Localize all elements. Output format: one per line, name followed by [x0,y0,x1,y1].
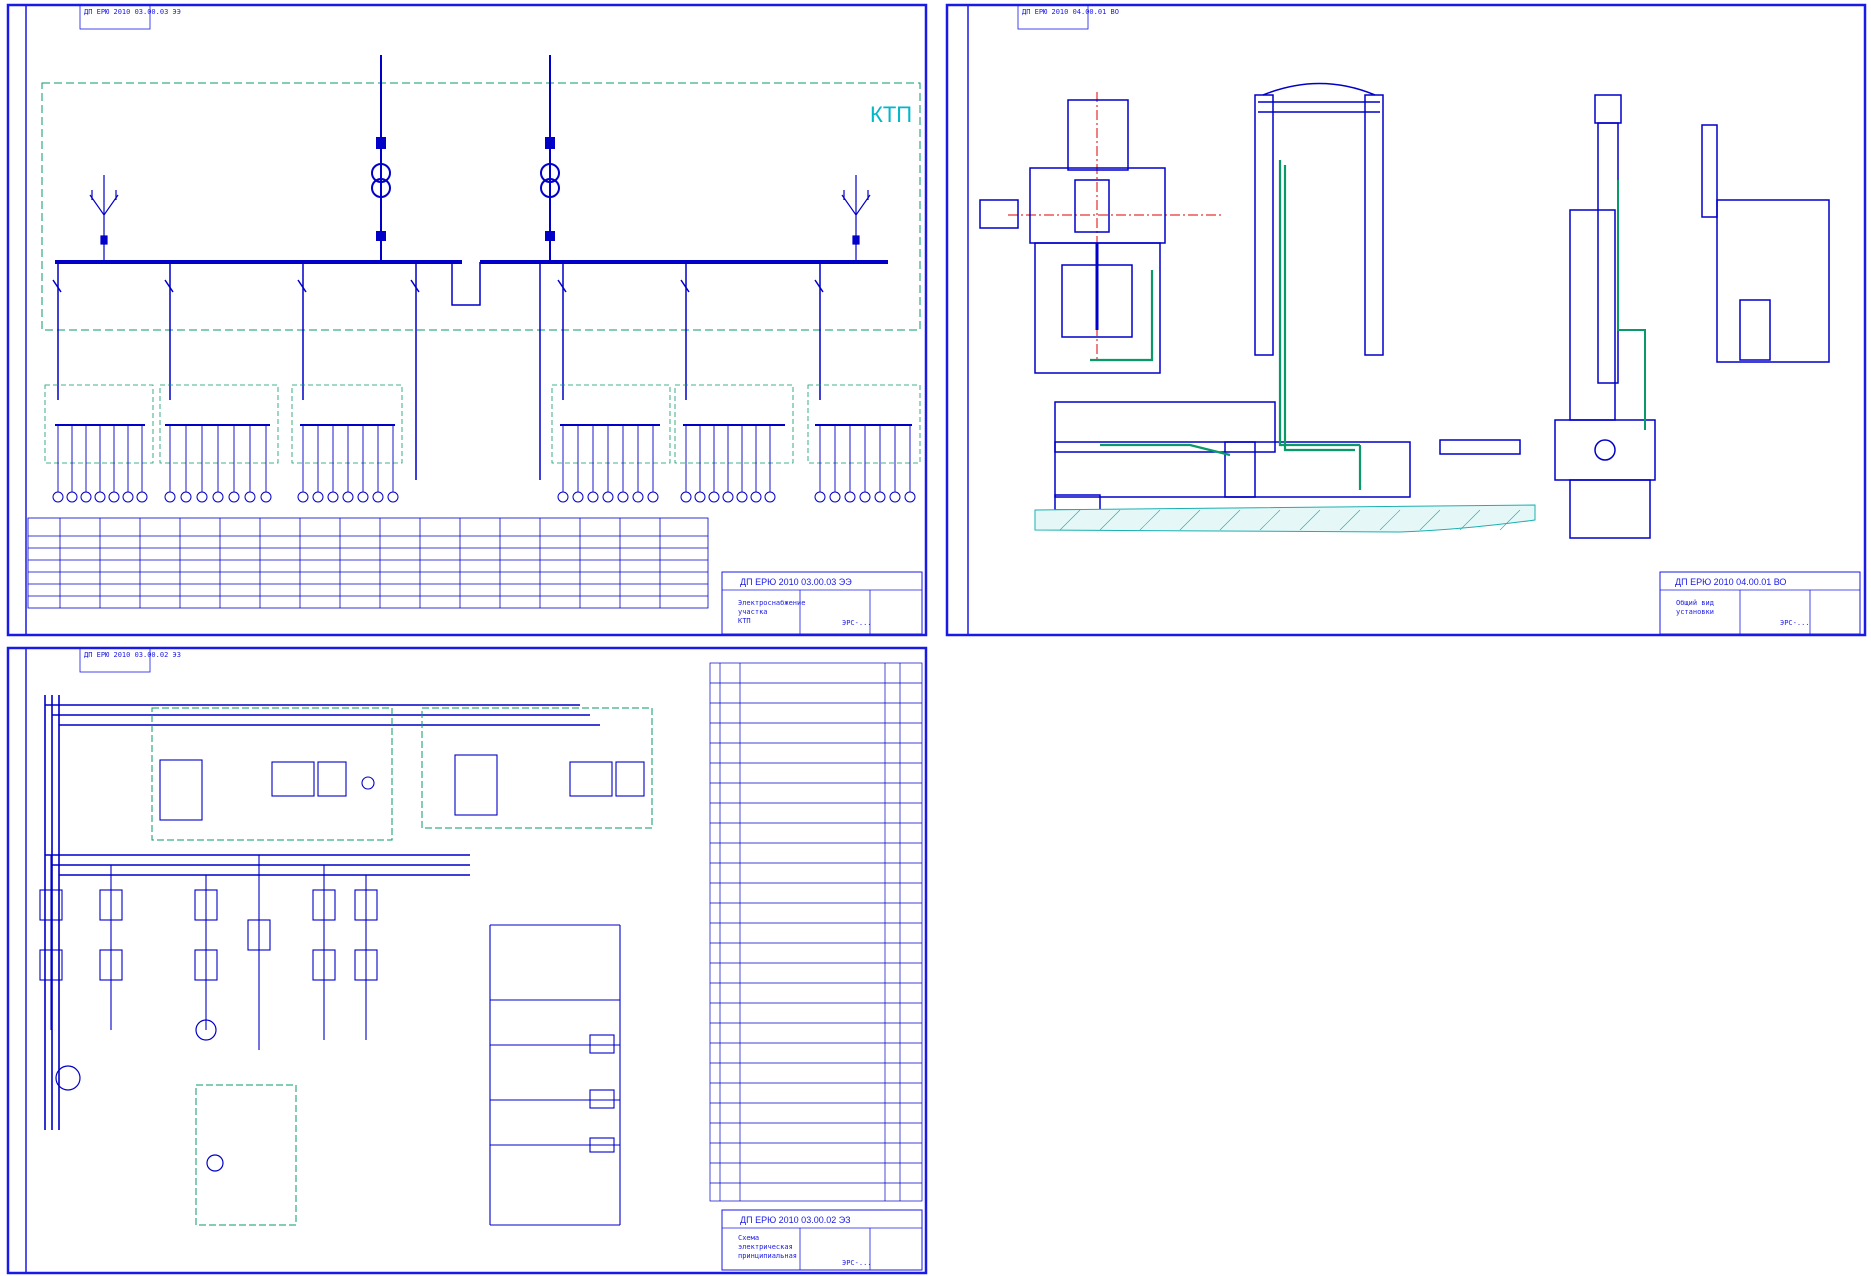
incoming-feeder-1 [371,55,391,262]
sheet2-title-line-1: Общий вид [1676,599,1714,607]
sheet3-corner-code: ДП ЕРЮ 2010 03.00.02 ЭЗ [84,651,181,659]
press-unit [979,99,1166,374]
sheet1-title-line-1: Электроснабжение [738,599,805,607]
motor-branches [57,425,911,492]
horizontal-busses [45,704,600,876]
sheet1-title-line-2: участка [738,608,768,616]
control-cabinet [1701,124,1830,363]
sheet2-drawing-code: ДП ЕРЮ 2010 04.00.01 ВО [1675,577,1786,587]
motor-starter-columns [39,889,378,981]
base-assembly [1054,401,1521,511]
sheet-control: ДП ЕРЮ 2010 03.00.02 ЭЗ ДП ЕРЮ 2010 03.0… [6,646,928,1275]
capacitor-bank-right [841,175,871,262]
sheet2-org: ЭРС-... [1780,619,1810,627]
column-unit [1554,94,1656,539]
hydraulic-lines [1090,160,1362,490]
sheet1-org: ЭРС-... [842,619,872,627]
control-circuit [489,924,621,1226]
starter-blocks [159,754,645,821]
control-cabinet-boundaries [151,707,653,1226]
bus-tie [451,262,481,306]
sheet3-org: ЭРС-... [842,1259,872,1267]
sheet3-title-line-3: принципиальная [738,1252,797,1260]
sheet3-title-line-2: электрическая [738,1243,793,1251]
outgoing-feeders [52,262,824,480]
feeder-table [27,517,709,609]
sheet-single-line: ДП ЕРЮ 2010 03.00.03 ЭЭ КТП ДП ЕРЮ 2010 … [6,3,928,637]
stand-frame [1254,82,1384,356]
sheet1-title-block: ДП ЕРЮ 2010 03.00.03 ЭЭ Электроснабжение… [721,571,923,635]
sheet1-title-line-3: КТП [738,617,751,625]
sheet-mechanical: ДП ЕРЮ 2010 04.00.01 ВО ДП ЕРЮ 2010 04.0… [945,3,1867,637]
axis-lines [1008,92,1222,360]
capacitor-bank-left [89,175,119,262]
sheet2-title-line-2: установки [1676,608,1714,616]
drawing-canvas: ДП ЕРЮ 2010 03.00.03 ЭЭ КТП ДП ЕРЮ 2010 … [6,3,1867,1275]
sheet3-title-block: ДП ЕРЮ 2010 03.00.02 ЭЗ Схема электричес… [721,1209,923,1271]
foundation [1034,504,1536,533]
sheet2-title-block: ДП ЕРЮ 2010 04.00.01 ВО Общий вид устано… [1659,571,1861,635]
sheet3-title-line-1: Схема [738,1234,759,1242]
sheet2-corner-code: ДП ЕРЮ 2010 04.00.01 ВО [1022,8,1119,16]
incoming-feeder-2 [540,55,560,262]
power-rails [44,695,60,1130]
motor-terminals [52,491,916,503]
spec-table [709,662,923,1202]
sheet3-drawing-code: ДП ЕРЮ 2010 03.00.02 ЭЗ [740,1215,851,1225]
motor-symbols [55,1019,224,1172]
sheet1-drawing-code: ДП ЕРЮ 2010 03.00.03 ЭЭ [740,577,852,587]
sheet1-corner-code: ДП ЕРЮ 2010 03.00.03 ЭЭ [84,8,181,16]
ktp-label: КТП [870,102,912,127]
column-hydraulic-line [1617,180,1646,430]
